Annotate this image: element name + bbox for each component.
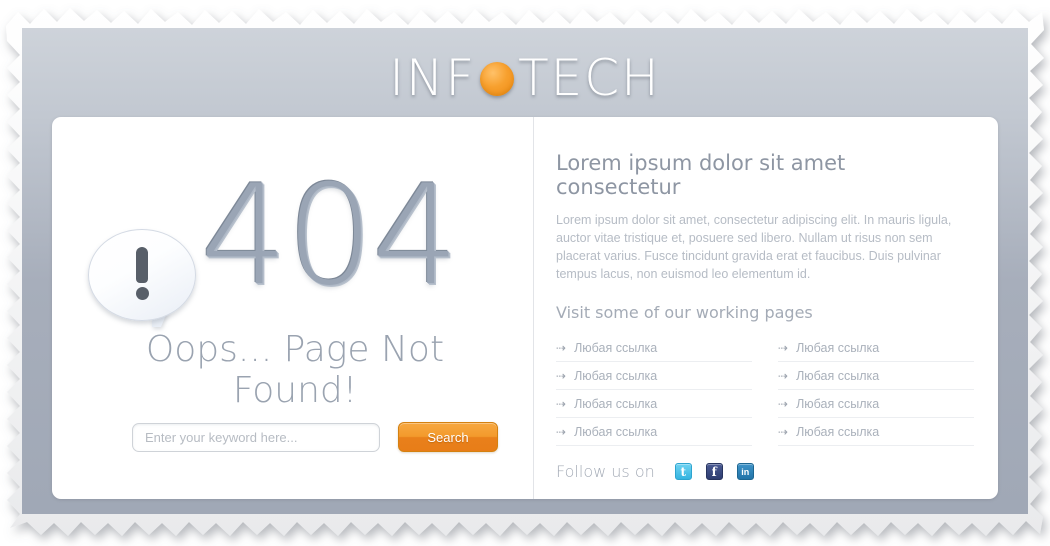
list-item[interactable]: ⇢ Любая ссылка	[778, 334, 974, 362]
info-title: Lorem ipsum dolor sit amet consectetur	[556, 151, 846, 199]
arrow-right-icon: ⇢	[556, 368, 567, 383]
link-label: Любая ссылка	[796, 340, 880, 355]
link-label: Любая ссылка	[796, 424, 880, 439]
link-label: Любая ссылка	[574, 396, 658, 411]
arrow-right-icon: ⇢	[556, 424, 567, 439]
error-code: 404	[200, 155, 459, 316]
exclamation-bar	[136, 247, 148, 283]
list-item[interactable]: ⇢ Любая ссылка	[556, 334, 752, 362]
info-paragraph: Lorem ipsum dolor sit amet, consectetur …	[556, 213, 952, 281]
list-item[interactable]: ⇢ Любая ссылка	[778, 390, 974, 418]
list-item[interactable]: ⇢ Любая ссылка	[556, 390, 752, 418]
links-column-right: ⇢ Любая ссылка ⇢ Любая ссылка ⇢ Любая сс…	[778, 334, 974, 446]
follow-us-label: Follow us on	[556, 462, 655, 481]
link-label: Любая ссылка	[796, 368, 880, 383]
arrow-right-icon: ⇢	[778, 424, 789, 439]
links-column-left: ⇢ Любая ссылка ⇢ Любая ссылка ⇢ Любая сс…	[556, 334, 752, 446]
working-pages-heading: Visit some of our working pages	[556, 303, 813, 322]
link-label: Любая ссылка	[574, 424, 658, 439]
list-item[interactable]: ⇢ Любая ссылка	[778, 362, 974, 390]
twitter-icon[interactable]: t	[674, 463, 692, 480]
link-label: Любая ссылка	[796, 396, 880, 411]
exclamation-speech-bubble-icon	[88, 229, 196, 327]
arrow-right-icon: ⇢	[778, 396, 789, 411]
working-pages-links: ⇢ Любая ссылка ⇢ Любая ссылка ⇢ Любая сс…	[556, 334, 974, 446]
error-headline: Oops... Page Not Found!	[145, 329, 445, 411]
info-panel: Lorem ipsum dolor sit amet consectetur L…	[534, 117, 998, 499]
list-item[interactable]: ⇢ Любая ссылка	[556, 418, 752, 446]
content-card: 404 Oops... Page Not Found! Search Lorem…	[52, 117, 998, 499]
arrow-right-icon: ⇢	[556, 396, 567, 411]
arrow-right-icon: ⇢	[778, 340, 789, 355]
arrow-right-icon: ⇢	[556, 340, 567, 355]
error-panel: 404 Oops... Page Not Found! Search	[52, 117, 534, 499]
facebook-icon[interactable]: f	[705, 463, 723, 480]
exclamation-dot	[135, 287, 149, 300]
search-input[interactable]	[132, 422, 380, 452]
follow-us-row: Follow us on t f in	[556, 462, 974, 481]
search-form: Search	[132, 422, 498, 452]
arrow-right-icon: ⇢	[778, 368, 789, 383]
search-button[interactable]: Search	[398, 422, 498, 452]
list-item[interactable]: ⇢ Любая ссылка	[556, 362, 752, 390]
link-label: Любая ссылка	[574, 368, 658, 383]
list-item[interactable]: ⇢ Любая ссылка	[778, 418, 974, 446]
link-label: Любая ссылка	[574, 340, 658, 355]
linkedin-icon[interactable]: in	[736, 463, 754, 480]
page-root: INF TECH 404 Oops... Page Not Found! Sea	[0, 0, 1050, 546]
